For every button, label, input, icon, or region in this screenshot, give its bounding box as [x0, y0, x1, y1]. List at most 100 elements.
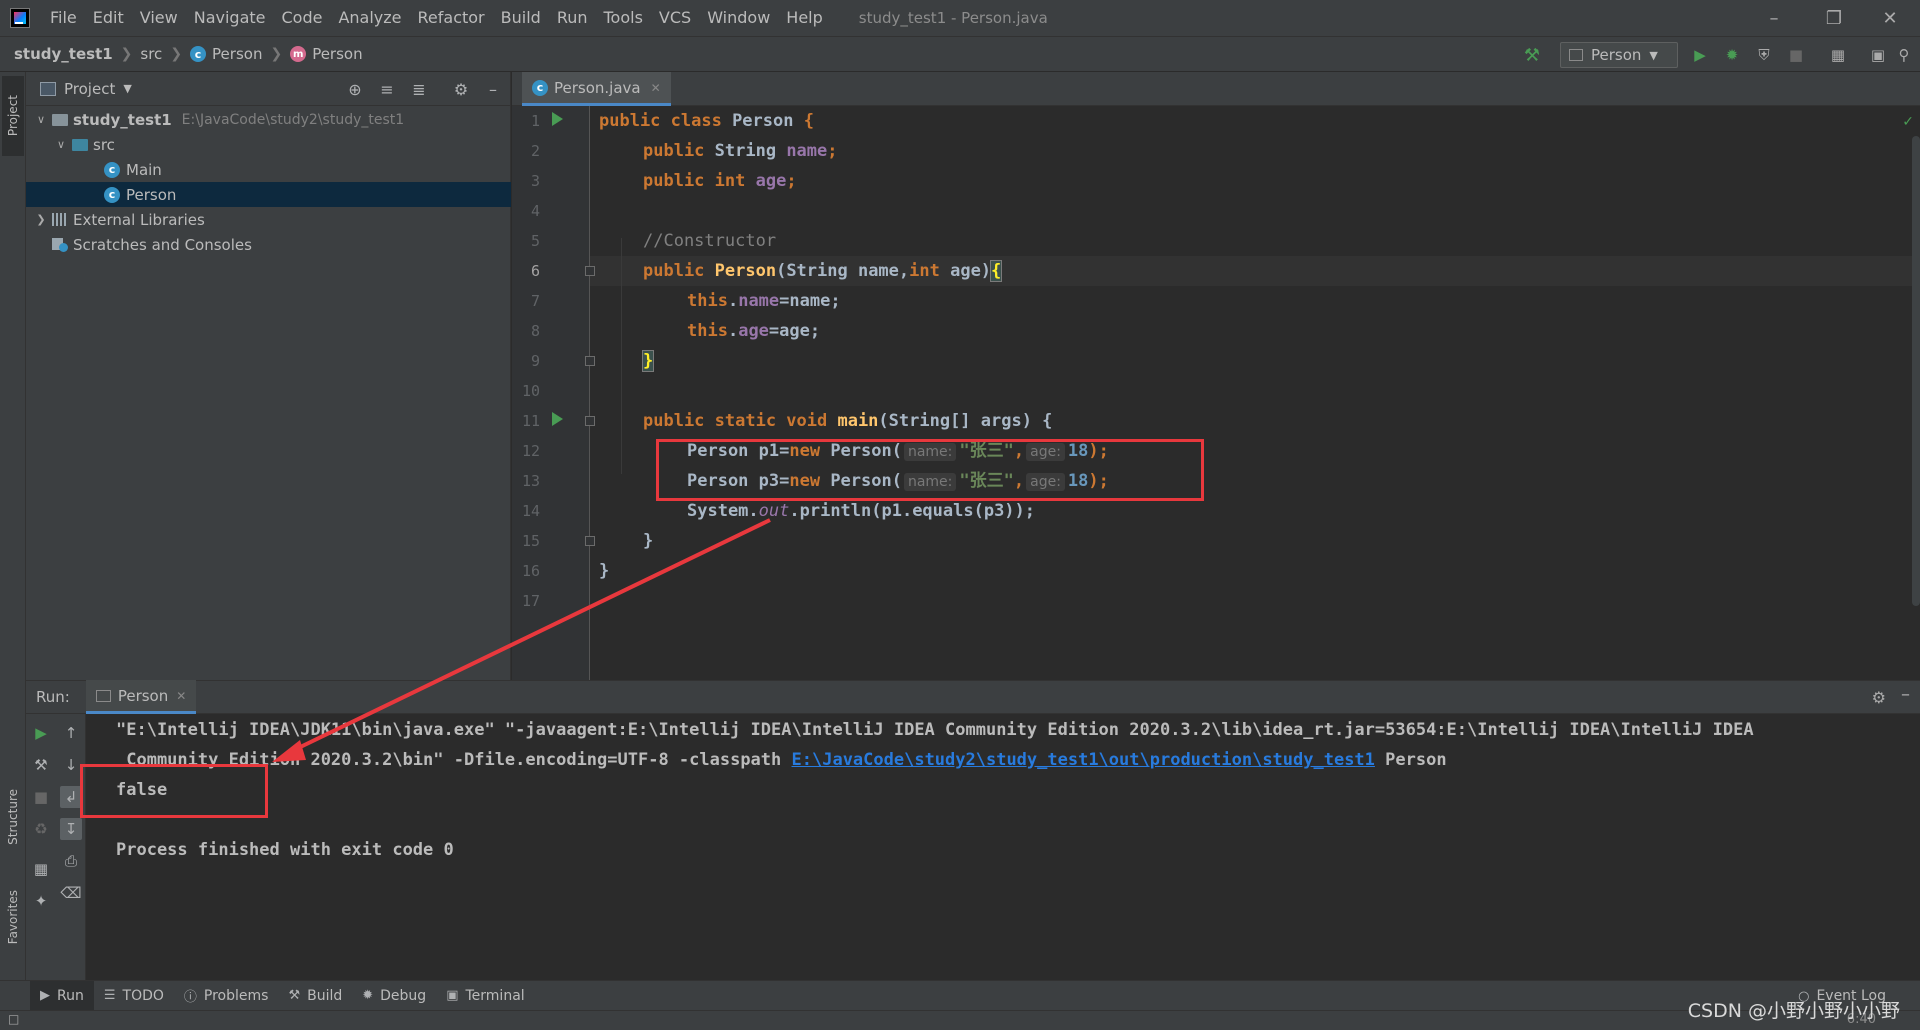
- line-number: 17: [521, 592, 540, 610]
- menu-code[interactable]: Code: [274, 0, 331, 36]
- hide-panel-icon[interactable]: –: [1901, 684, 1910, 705]
- bottom-tab-build[interactable]: ⚒ Build: [278, 981, 352, 1011]
- menu-vcs[interactable]: VCS: [651, 0, 699, 36]
- stop-icon[interactable]: ■: [30, 786, 52, 808]
- line-number: 2: [530, 142, 540, 160]
- search-icon[interactable]: ⚲: [1892, 43, 1916, 67]
- menu-window[interactable]: Window: [699, 0, 778, 36]
- terminal-icon: ▣: [446, 988, 459, 1003]
- print-icon[interactable]: ⎙: [60, 850, 82, 872]
- wrench-icon[interactable]: ⚒: [30, 754, 52, 776]
- scroll-to-end-icon[interactable]: ↧: [60, 818, 82, 840]
- tree-item-scratches[interactable]: Scratches and Consoles: [26, 232, 511, 257]
- console-output[interactable]: "E:\Intellij IDEA\JDK11\bin\java.exe" "-…: [96, 714, 1916, 980]
- menu-build[interactable]: Build: [493, 0, 549, 36]
- structure-tool-tab[interactable]: Structure: [2, 772, 24, 862]
- line-number: 10: [521, 382, 540, 400]
- breadcrumb-src[interactable]: src: [140, 45, 162, 63]
- run-tab-person[interactable]: Person ✕: [85, 680, 197, 714]
- soft-wrap-icon[interactable]: ↲: [60, 786, 82, 808]
- expand-all-icon[interactable]: ≡: [376, 78, 398, 100]
- gear-icon[interactable]: ⚙: [1872, 688, 1886, 707]
- tree-item-label: Main: [126, 160, 162, 179]
- breadcrumb-class[interactable]: c Person: [190, 45, 262, 63]
- menu-analyze[interactable]: Analyze: [330, 0, 409, 36]
- status-toggle-icon[interactable]: □: [8, 1012, 19, 1026]
- code-editor[interactable]: 1 2 3 4 5 6 7 8 9 10 11 12 13 14 15 16 1…: [512, 106, 1920, 680]
- tree-item-src[interactable]: ∨ src: [26, 132, 511, 157]
- hide-panel-icon[interactable]: –: [482, 78, 504, 100]
- menu-help[interactable]: Help: [778, 0, 830, 36]
- menu-file[interactable]: File: [42, 0, 85, 36]
- arrow-up-icon[interactable]: ↑: [60, 722, 82, 744]
- code-line-7: this.name=name;: [687, 291, 841, 311]
- menu-tools[interactable]: Tools: [596, 0, 651, 36]
- no-problems-check-icon[interactable]: ✓: [1902, 114, 1914, 130]
- breadcrumb-method-label: Person: [312, 45, 363, 63]
- trash-icon[interactable]: ⌫: [60, 882, 82, 904]
- tree-item-person[interactable]: c Person: [26, 182, 511, 207]
- fold-icon[interactable]: [585, 536, 595, 546]
- bottom-tab-terminal[interactable]: ▣ Terminal: [436, 981, 534, 1011]
- gear-icon[interactable]: ⚙: [450, 78, 472, 100]
- collapse-all-icon[interactable]: ≣: [408, 78, 430, 100]
- watermark-text: CSDN @小野小野小小野: [1687, 1000, 1900, 1022]
- fold-icon[interactable]: [585, 416, 595, 426]
- run-class-gutter-icon[interactable]: [552, 112, 563, 126]
- debug-bug-icon[interactable]: ✹: [1720, 43, 1744, 67]
- close-tab-icon[interactable]: ✕: [651, 81, 661, 95]
- rerun-icon[interactable]: ▶: [30, 722, 52, 744]
- source-folder-icon: [72, 138, 88, 151]
- chevron-down-icon: ▼: [1649, 48, 1658, 62]
- pin-icon[interactable]: ✦: [30, 890, 52, 912]
- tree-item-project-root[interactable]: ∨ study_test1 E:\JavaCode\study2\study_t…: [26, 107, 511, 132]
- locate-file-icon[interactable]: ⊕: [344, 78, 366, 100]
- run-configuration-select[interactable]: Person ▼: [1560, 42, 1678, 68]
- tree-item-main[interactable]: c Main: [26, 157, 511, 182]
- fold-icon[interactable]: [585, 266, 595, 276]
- stop-icon[interactable]: ■: [1784, 43, 1808, 67]
- console-command-line-1: "E:\Intellij IDEA\JDK11\bin\java.exe" "-…: [116, 720, 1754, 740]
- run-with-coverage-icon[interactable]: ⛨: [1752, 43, 1776, 67]
- bottom-tab-debug[interactable]: ✹ Debug: [352, 981, 436, 1011]
- layout-icon[interactable]: ▦: [30, 858, 52, 880]
- menu-view[interactable]: View: [132, 0, 186, 36]
- breadcrumb-method[interactable]: m Person: [290, 45, 363, 63]
- minimize-window-icon[interactable]: –: [1754, 0, 1794, 36]
- code-line-15: }: [643, 531, 654, 551]
- build-hammer-icon[interactable]: ⚒: [1520, 43, 1544, 67]
- bottom-tab-label: Terminal: [465, 987, 525, 1004]
- menu-run[interactable]: Run: [549, 0, 596, 36]
- menu-navigate[interactable]: Navigate: [186, 0, 274, 36]
- bottom-tab-problems[interactable]: ⓘ Problems: [174, 981, 279, 1011]
- menu-refactor[interactable]: Refactor: [410, 0, 493, 36]
- tab-person-java[interactable]: c Person.java ✕: [522, 72, 671, 106]
- bottom-tab-run[interactable]: ▶ Run: [30, 980, 94, 1011]
- bottom-tab-todo[interactable]: ☰ TODO: [94, 981, 174, 1011]
- tree-item-external-libraries[interactable]: ❯ External Libraries: [26, 207, 511, 232]
- breadcrumb-separator-icon: ❯: [170, 46, 183, 62]
- chevron-right-icon: ❯: [36, 213, 46, 226]
- project-structure-icon[interactable]: ▦: [1826, 43, 1850, 67]
- param-hint: name:: [903, 443, 957, 461]
- fold-icon[interactable]: [585, 356, 595, 366]
- chevron-down-icon[interactable]: ▼: [123, 82, 131, 95]
- classpath-link[interactable]: E:\JavaCode\study2\study_test1\out\produ…: [792, 750, 1375, 770]
- editor-scrollbar[interactable]: [1912, 136, 1920, 606]
- run-icon[interactable]: ▶: [1688, 43, 1712, 67]
- project-tool-tab[interactable]: Project: [2, 76, 24, 156]
- param-hint: age:: [1026, 443, 1065, 461]
- menu-edit[interactable]: Edit: [85, 0, 132, 36]
- restore-layout-icon[interactable]: ♻: [30, 818, 52, 840]
- code-line-2: public String name;: [643, 141, 838, 161]
- restore-window-icon[interactable]: ❐: [1814, 0, 1854, 36]
- arrow-down-icon[interactable]: ↓: [60, 754, 82, 776]
- close-window-icon[interactable]: ✕: [1870, 0, 1910, 36]
- favorites-tool-tab[interactable]: Favorites: [2, 872, 24, 962]
- breadcrumb-project[interactable]: study_test1: [14, 45, 113, 63]
- project-panel-title[interactable]: Project: [64, 80, 115, 98]
- close-tab-icon[interactable]: ✕: [176, 689, 186, 703]
- run-main-gutter-icon[interactable]: [552, 412, 563, 426]
- presentation-mode-icon[interactable]: ▣: [1866, 43, 1890, 67]
- navigation-bar: study_test1 ❯ src ❯ c Person ❯ m Person …: [0, 36, 1920, 72]
